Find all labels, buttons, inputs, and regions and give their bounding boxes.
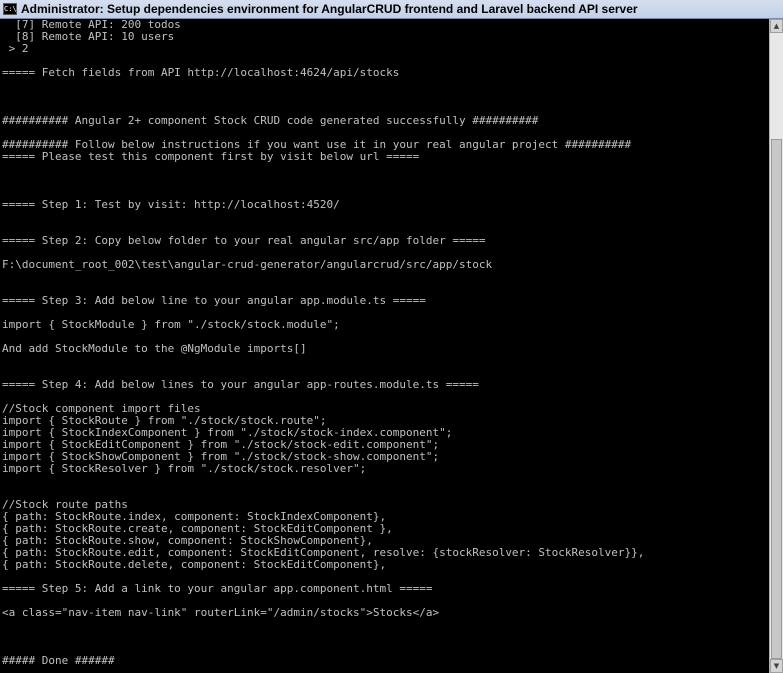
console-line: import { StockShowComponent } from "./st… — [2, 451, 440, 463]
console-line: ===== Step 2: Copy below folder to your … — [2, 235, 486, 247]
console-line: <a class="nav-item nav-link" routerLink=… — [2, 607, 440, 619]
console-line: ===== Step 1: Test by visit: http://loca… — [2, 199, 340, 211]
scroll-thumb[interactable] — [771, 139, 782, 659]
scroll-down-arrow-icon[interactable]: ▼ — [770, 659, 783, 673]
console-output[interactable]: [7] Remote API: 200 todos [8] Remote API… — [0, 19, 769, 673]
console-line: ===== Step 3: Add below line to your ang… — [2, 295, 426, 307]
scroll-up-arrow-icon[interactable]: ▲ — [770, 19, 783, 33]
console-line: [8] Remote API: 10 users — [2, 31, 175, 43]
console-line: { path: StockRoute.create, component: St… — [2, 523, 393, 535]
console-line: //Stock route paths — [2, 499, 128, 511]
console-line: { path: StockRoute.index, component: Sto… — [2, 511, 387, 523]
console-line: ===== Please test this component first b… — [2, 151, 420, 163]
title-bar[interactable]: C:\ Administrator: Setup dependencies en… — [0, 0, 783, 19]
console-line: ########## Follow below instructions if … — [2, 139, 632, 151]
console-line: import { StockIndexComponent } from "./s… — [2, 427, 453, 439]
console-line: import { StockModule } from "./stock/sto… — [2, 319, 340, 331]
console-line: import { StockRoute } from "./stock/stoc… — [2, 415, 327, 427]
console-lines: [7] Remote API: 200 todos [8] Remote API… — [0, 19, 769, 667]
console-line: { path: StockRoute.edit, component: Stoc… — [2, 547, 645, 559]
console-line: import { StockEditComponent } from "./st… — [2, 439, 440, 451]
console-line: { path: StockRoute.delete, component: St… — [2, 559, 387, 571]
window-title: Administrator: Setup dependencies enviro… — [21, 2, 638, 16]
console-line: [7] Remote API: 200 todos — [2, 19, 181, 31]
console-window: C:\ Administrator: Setup dependencies en… — [0, 0, 783, 673]
console-line: ##### Done ###### — [2, 655, 115, 667]
console-line: ########## Angular 2+ component Stock CR… — [2, 115, 539, 127]
console-line: { path: StockRoute.show, component: Stoc… — [2, 535, 373, 547]
vertical-scrollbar[interactable]: ▲ ▼ — [769, 19, 783, 673]
cmd-icon: C:\ — [3, 3, 17, 15]
console-line: F:\document_root_002\test\angular-crud-g… — [2, 259, 493, 271]
console-line: //Stock component import files — [2, 403, 201, 415]
console-line: ===== Step 4: Add below lines to your an… — [2, 379, 479, 391]
console-line: import { StockResolver } from "./stock/s… — [2, 463, 367, 475]
console-line: ===== Step 5: Add a link to your angular… — [2, 583, 433, 595]
console-line: ===== Fetch fields from API http://local… — [2, 67, 400, 79]
console-line: > 2 — [2, 43, 29, 55]
console-line: And add StockModule to the @NgModule imp… — [2, 343, 307, 355]
